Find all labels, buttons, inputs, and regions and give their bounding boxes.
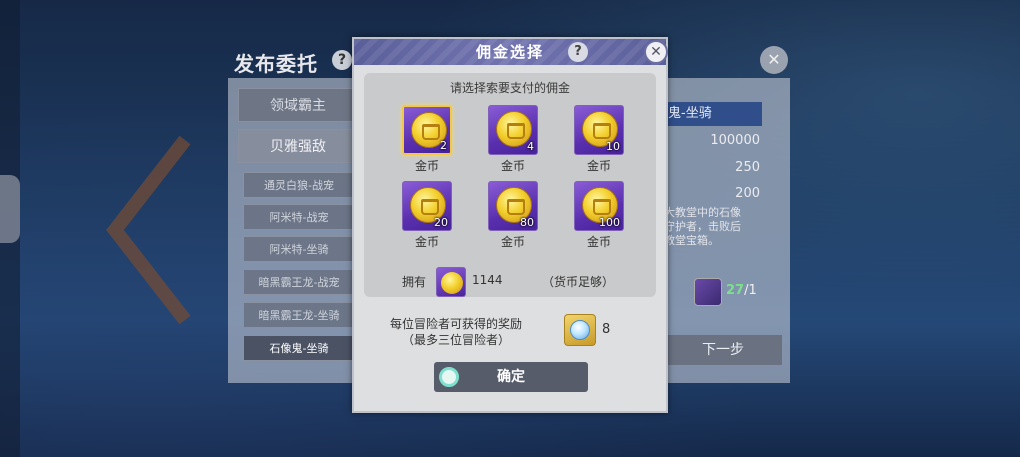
- confirm-button[interactable]: 确定: [434, 362, 588, 392]
- list-item[interactable]: 暗黑霸王龙-战宠: [243, 269, 355, 295]
- list-item-selected[interactable]: 石像鬼-坐骑: [243, 335, 355, 361]
- commission-option[interactable]: 10 金币: [574, 105, 626, 175]
- reward-count: 8: [602, 322, 611, 337]
- coin-slot[interactable]: 10: [574, 105, 624, 155]
- reward-gem-icon: [564, 314, 596, 346]
- owned-currency-row: 拥有 1144 （货币足够）: [364, 267, 656, 297]
- detail-value: 200: [735, 186, 760, 201]
- list-item[interactable]: 阿米特-坐骑: [243, 236, 355, 262]
- coin-slot-selected[interactable]: 2: [402, 105, 452, 155]
- item-icon: [694, 278, 722, 306]
- coin-slot[interactable]: 20: [402, 181, 452, 231]
- coin-slot[interactable]: 100: [574, 181, 624, 231]
- commission-option[interactable]: 100 金币: [574, 181, 626, 251]
- list-item[interactable]: 阿米特-战宠: [243, 204, 355, 230]
- gold-coin-icon: [436, 267, 466, 297]
- commission-option[interactable]: 20 金币: [402, 181, 454, 251]
- list-item[interactable]: 通灵白狼-战宠: [243, 172, 355, 198]
- dialog-title: 佣金选择: [475, 43, 544, 61]
- owned-label: 拥有: [402, 275, 427, 289]
- list-item[interactable]: 暗黑霸王龙-坐骑: [243, 302, 355, 328]
- close-icon[interactable]: ✕: [760, 46, 788, 74]
- item-count: 27/1: [694, 278, 774, 306]
- close-icon[interactable]: ✕: [644, 40, 668, 64]
- detail-value: 100000: [710, 133, 760, 148]
- reward-description: 每位冒险者可获得的奖励 （最多三位冒险者）: [389, 317, 522, 347]
- help-icon[interactable]: ?: [332, 50, 352, 70]
- category-button-domain[interactable]: 领域霸主: [238, 88, 358, 122]
- next-step-button[interactable]: 下一步: [664, 335, 782, 365]
- commission-option[interactable]: 4 金币: [488, 105, 540, 175]
- prompt-text: 请选择索要支付的佣金: [449, 81, 570, 95]
- detail-header: 鬼-坐骑: [664, 102, 762, 126]
- confirm-ring-icon: [439, 367, 459, 387]
- help-icon[interactable]: ?: [568, 42, 588, 62]
- publish-panel-title: 发布委托: [234, 52, 318, 76]
- coin-slot[interactable]: 80: [488, 181, 538, 231]
- category-button-enemy[interactable]: 贝雅强敌: [238, 129, 358, 163]
- coin-slot[interactable]: 4: [488, 105, 538, 155]
- commission-option[interactable]: 2 金币: [402, 105, 454, 175]
- detail-value: 250: [735, 160, 760, 175]
- owned-amount: 1144: [472, 273, 503, 287]
- commission-dialog: 佣金选择 ? ✕ 请选择索要支付的佣金 2 金币 4 金币 10 金币 20 金…: [352, 37, 668, 413]
- commission-options-box: 请选择索要支付的佣金 2 金币 4 金币 10 金币 20 金币 80 金币 1…: [364, 73, 656, 297]
- commission-option[interactable]: 80 金币: [488, 181, 540, 251]
- detail-description: 大教堂中的石像 守护者，击败后 教堂宝箱。: [664, 206, 741, 247]
- currency-status: （货币足够）: [542, 275, 615, 289]
